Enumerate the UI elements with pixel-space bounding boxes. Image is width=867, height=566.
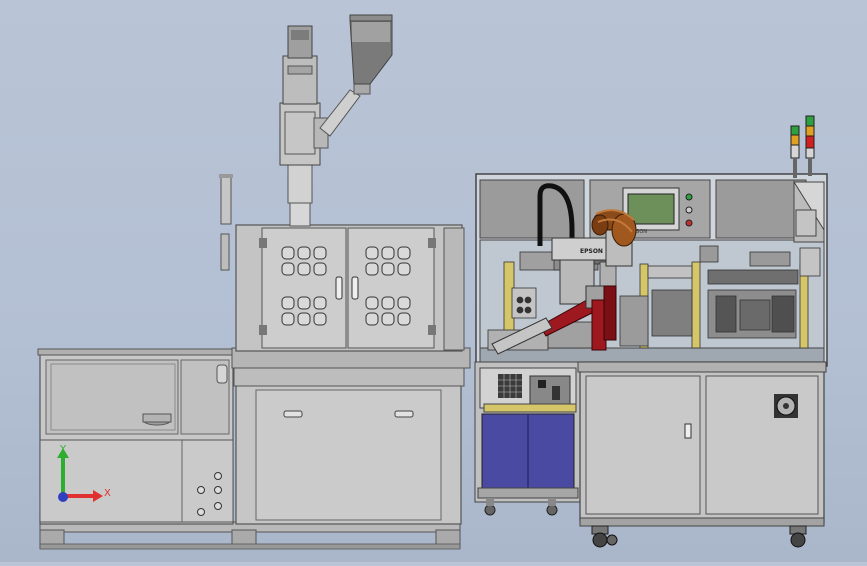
vent-hole [313, 246, 327, 260]
panel-button-1[interactable] [197, 486, 205, 494]
cabinet-lock[interactable] [684, 423, 692, 439]
extruder-gearbox [282, 55, 318, 105]
center-cabinet-door [255, 389, 442, 521]
vent-hole [281, 296, 295, 310]
spool-body [142, 413, 172, 423]
vent-hole [365, 312, 379, 326]
panel-button-5[interactable] [214, 472, 222, 480]
vent-hole [313, 262, 327, 276]
vent-hole [397, 312, 411, 326]
vent-hole [365, 246, 379, 260]
hmi-button-1[interactable] [685, 206, 693, 214]
vent-hole [365, 262, 379, 276]
vent-hole [297, 312, 311, 326]
vent-hole [281, 262, 295, 276]
casters [591, 525, 807, 548]
mold-enclosure-side [443, 227, 465, 351]
center-cabinet-top [233, 365, 465, 387]
left-machine: Y X [37, 14, 471, 550]
panel-button-4[interactable] [197, 508, 205, 516]
vent-hole [281, 246, 295, 260]
vent-hole [381, 262, 395, 276]
top-panel-right [715, 179, 807, 239]
feed-pipe [319, 89, 361, 137]
vent-hole [397, 296, 411, 310]
door-handle-right[interactable] [394, 410, 414, 418]
mold-door-right[interactable] [347, 227, 435, 349]
left-bottom-rail [39, 543, 461, 550]
extruder-barrel [287, 164, 313, 204]
vent-hole [297, 296, 311, 310]
vent-hole [397, 262, 411, 276]
hmi-lamp-green [685, 193, 693, 201]
vent-hole [381, 312, 395, 326]
axis-y-label: Y [59, 444, 67, 455]
axis-z-origin [58, 492, 68, 502]
vent-hole [381, 246, 395, 260]
vent-hole [281, 312, 295, 326]
robot-brand: EPSON [580, 248, 603, 255]
tower-lamp-1 [790, 125, 800, 178]
vent-hole [381, 296, 395, 310]
hmi-button-2[interactable] [685, 219, 693, 227]
vent-hole [313, 312, 327, 326]
extruder-nozzle [289, 199, 311, 227]
hmi-screen [627, 193, 675, 225]
vent-hole [365, 296, 379, 310]
tower-lamp-2 [805, 115, 815, 176]
vent-hole [313, 296, 327, 310]
machine-drawing: Y X EPSON EPSON [37, 14, 828, 550]
vent-hole [397, 246, 411, 260]
left-cabinet-top-lip [37, 348, 237, 356]
left-tower-lamp [220, 175, 232, 225]
side-window-latch [216, 364, 228, 384]
cabinet-door-right[interactable] [705, 375, 819, 515]
hopper-lid [349, 14, 393, 22]
cooling-fan [774, 394, 798, 418]
vent-hole [297, 262, 311, 276]
panel-button-3[interactable] [214, 502, 222, 510]
cabinet-door-left[interactable] [585, 375, 701, 515]
mold-door-left[interactable] [261, 227, 347, 349]
door-handle-left[interactable] [283, 410, 303, 418]
right-machine: EPSON EPSON [474, 115, 828, 548]
vent-hole [297, 246, 311, 260]
axis-x-label: X [104, 488, 111, 499]
lower-cabinet-top [577, 361, 827, 373]
cad-viewport: Y X EPSON EPSON [0, 0, 867, 562]
panel-button-2[interactable] [214, 486, 222, 494]
right-side-box [795, 209, 817, 237]
